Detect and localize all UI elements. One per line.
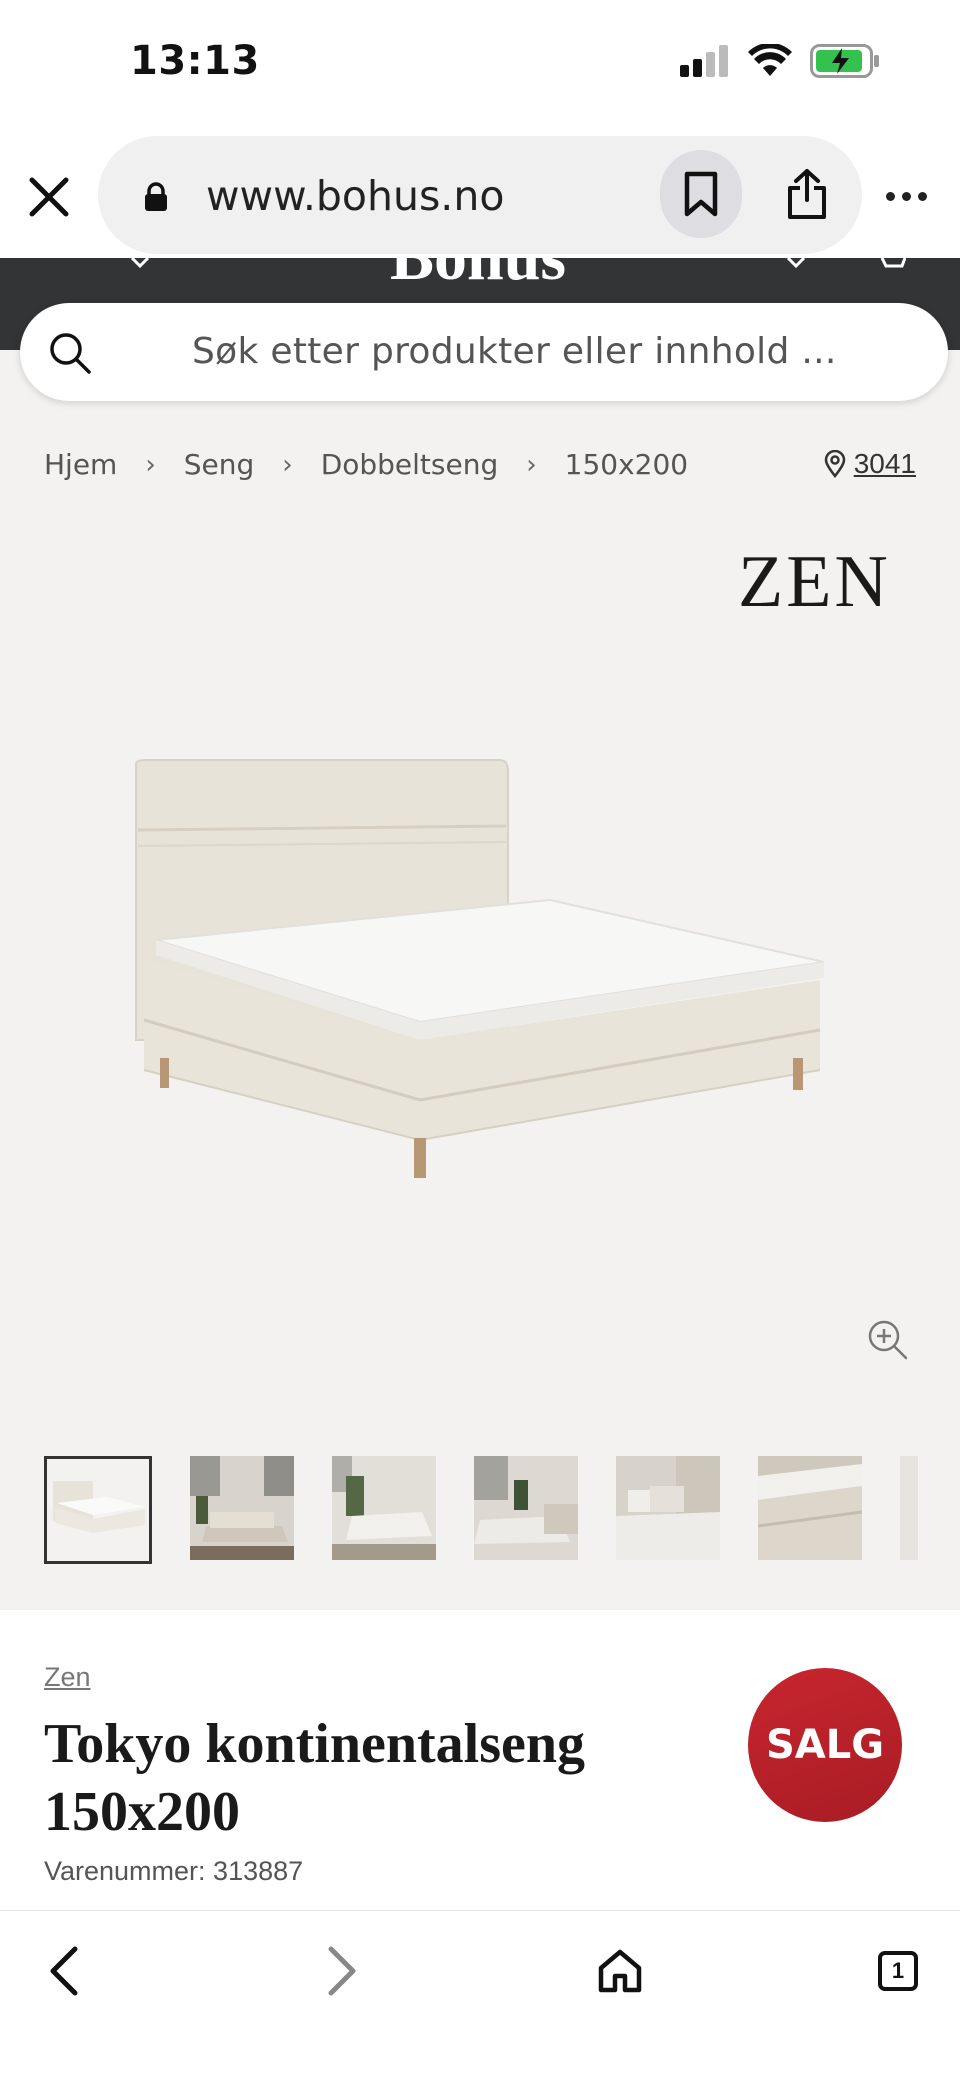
product-image[interactable]: [120, 740, 840, 1200]
browser-bar: www.bohus.no: [0, 130, 960, 258]
status-time: 13:13: [130, 38, 260, 84]
store-number[interactable]: 3041: [854, 448, 916, 480]
url-text[interactable]: www.bohus.no: [206, 172, 504, 220]
browser-toolbar: 1: [0, 1910, 960, 2081]
close-icon[interactable]: [26, 174, 72, 220]
home-button[interactable]: [580, 1931, 660, 2011]
breadcrumb-home[interactable]: Hjem: [44, 448, 117, 481]
back-button[interactable]: [24, 1931, 104, 2011]
chevron-right-icon: ›: [526, 449, 537, 480]
product-sku: Varenummer: 313887: [44, 1856, 304, 1886]
thumb-mattress-detail[interactable]: [758, 1456, 862, 1560]
site-logo[interactable]: Bohus: [390, 258, 566, 296]
search-input[interactable]: Søk etter produkter eller innhold ...: [20, 303, 948, 401]
breadcrumb-seng[interactable]: Seng: [184, 448, 255, 481]
product-title: Tokyo kontinentalseng 150x200: [44, 1713, 585, 1843]
lock-icon: [145, 182, 167, 211]
bookmark-icon: [684, 171, 718, 217]
thumb-partial[interactable]: [900, 1456, 918, 1560]
bookmark-button[interactable]: [660, 150, 742, 238]
store-selector[interactable]: 3041: [824, 448, 916, 480]
battery-charging-icon: [810, 44, 879, 78]
home-icon: [598, 1949, 642, 1993]
search-icon: [50, 333, 91, 374]
chevron-right-icon: [328, 1946, 356, 1996]
thumbnail-strip: [44, 1456, 918, 1566]
cart-icon[interactable]: [880, 258, 906, 270]
chevron-right-icon: ›: [282, 449, 293, 480]
chevron-left-icon: [50, 1946, 78, 1996]
more-options-icon[interactable]: [886, 186, 936, 206]
tab-count: 1: [878, 1951, 918, 1991]
breadcrumb-dobbeltseng[interactable]: Dobbeltseng: [321, 448, 499, 481]
signal-icon: [680, 45, 728, 77]
share-button[interactable]: [766, 150, 848, 238]
chevron-right-icon: ›: [145, 449, 156, 480]
location-pin-icon: [824, 450, 845, 478]
chevron-down-icon[interactable]: [786, 258, 806, 268]
wifi-icon: [748, 44, 792, 76]
thumb-bedroom-1[interactable]: [190, 1456, 294, 1560]
status-bar: 13:13: [0, 0, 960, 130]
sale-badge: SALG: [748, 1668, 902, 1822]
thumb-bedroom-3[interactable]: [474, 1456, 578, 1560]
brand-link[interactable]: Zen: [44, 1662, 91, 1693]
forward-button[interactable]: [302, 1931, 382, 2011]
breadcrumb: Hjem › Seng › Dobbeltseng › 150x200: [44, 448, 688, 481]
address-bar[interactable]: www.bohus.no: [98, 136, 862, 254]
search-placeholder: Søk etter produkter eller innhold ...: [192, 331, 837, 372]
tabs-button[interactable]: 1: [858, 1931, 938, 2011]
thumb-bed-product[interactable]: [44, 1456, 152, 1564]
chevron-down-icon[interactable]: [130, 258, 150, 268]
thumb-bedroom-2[interactable]: [332, 1456, 436, 1560]
brand-logo: ZEN: [738, 541, 891, 623]
share-icon: [788, 169, 826, 219]
product-info: Zen Tokyo kontinentalseng 150x200 Varenu…: [0, 1610, 960, 1910]
status-icons: [680, 44, 880, 78]
zoom-in-icon[interactable]: [866, 1318, 910, 1362]
thumb-bed-pillows[interactable]: [616, 1456, 720, 1560]
breadcrumb-size[interactable]: 150x200: [565, 448, 688, 481]
